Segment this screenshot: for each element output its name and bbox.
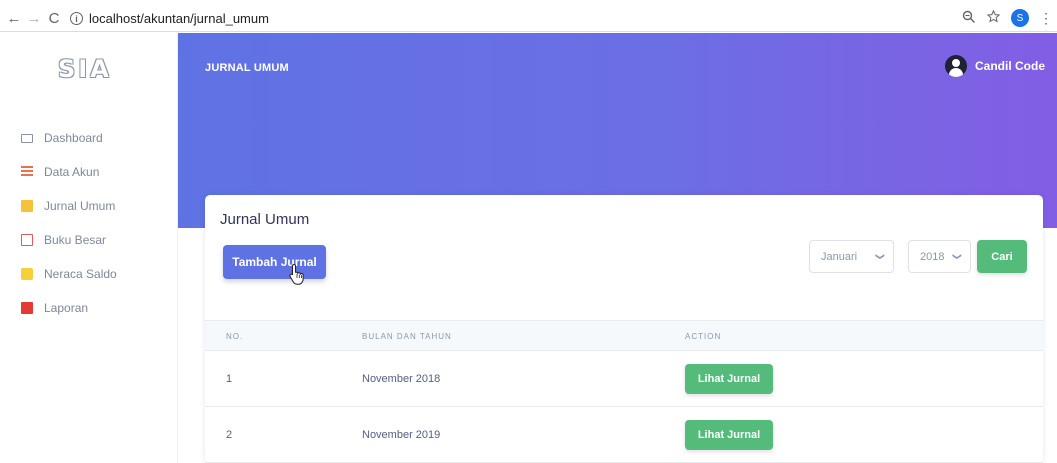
profile-avatar[interactable]: S xyxy=(1011,9,1029,27)
sidebar: SIA Dashboard Data Akun Jurnal Umum Buku… xyxy=(0,33,178,463)
sidebar-item-label: Dashboard xyxy=(44,131,103,145)
sidebar-item-label: Neraca Saldo xyxy=(44,267,117,281)
view-journal-button[interactable]: Lihat Jurnal xyxy=(685,364,773,394)
address-bar[interactable]: i localhost/akuntan/jurnal_umum xyxy=(70,11,269,26)
chevron-down-icon: ❯ xyxy=(875,252,886,261)
column-header-no: NO. xyxy=(226,332,244,341)
month-select-value: Januari xyxy=(821,250,858,263)
row-number: 1 xyxy=(226,373,233,385)
reload-icon[interactable]: C xyxy=(44,9,64,29)
year-select[interactable]: 2018 ❯ xyxy=(908,240,971,273)
sidebar-item-label: Laporan xyxy=(44,301,89,315)
browser-actions: S ⋮ xyxy=(962,9,1053,27)
page-title: JURNAL UMUM xyxy=(205,62,289,74)
row-number: 2 xyxy=(226,429,233,441)
app-logo[interactable]: SIA xyxy=(58,55,112,83)
column-header-action: ACTION xyxy=(685,332,722,341)
monitor-icon xyxy=(21,133,33,143)
forward-arrow-icon[interactable]: → xyxy=(24,9,44,29)
sidebar-item-laporan[interactable]: Laporan xyxy=(0,291,178,325)
row-period: November 2018 xyxy=(362,373,441,385)
month-select[interactable]: Januari ❯ xyxy=(809,240,894,273)
chevron-down-icon: ❯ xyxy=(952,252,963,261)
sidebar-menu: Dashboard Data Akun Jurnal Umum Buku Bes… xyxy=(0,121,178,325)
sidebar-item-label: Data Akun xyxy=(44,165,100,179)
sidebar-item-jurnal-umum[interactable]: Jurnal Umum xyxy=(0,189,178,223)
column-header-period: BULAN DAN TAHUN xyxy=(362,332,452,341)
sidebar-item-dashboard[interactable]: Dashboard xyxy=(0,121,178,155)
browser-menu-icon[interactable]: ⋮ xyxy=(1039,10,1053,27)
sidebar-item-buku-besar[interactable]: Buku Besar xyxy=(0,223,178,257)
table-row: 1 November 2018 Lihat Jurnal xyxy=(205,351,1043,407)
journal-card: Jurnal Umum Tambah Jurnal Januari ❯ 2018… xyxy=(205,195,1043,463)
user-name: Candil Code xyxy=(974,59,1045,73)
user-avatar-icon xyxy=(944,55,967,77)
list-icon xyxy=(21,166,33,178)
user-menu[interactable]: Candil Code xyxy=(944,55,1045,77)
sidebar-item-label: Jurnal Umum xyxy=(44,199,116,213)
view-journal-button[interactable]: Lihat Jurnal xyxy=(685,420,773,450)
star-icon[interactable] xyxy=(986,9,1001,27)
zoom-icon[interactable] xyxy=(962,10,976,27)
card-title: Jurnal Umum xyxy=(220,211,310,228)
browser-toolbar: ← → C i localhost/akuntan/jurnal_umum S … xyxy=(0,6,1057,32)
hand-cursor-icon xyxy=(289,263,304,285)
info-icon[interactable]: i xyxy=(70,12,83,25)
book-icon xyxy=(21,234,33,246)
sidebar-item-label: Buku Besar xyxy=(44,233,107,247)
sidebar-item-neraca-saldo[interactable]: Neraca Saldo xyxy=(0,257,178,291)
table-row: 2 November 2019 Lihat Jurnal xyxy=(205,407,1043,463)
sidebar-item-data-akun[interactable]: Data Akun xyxy=(0,155,178,189)
table-header: NO. BULAN DAN TAHUN ACTION xyxy=(205,320,1043,351)
search-button[interactable]: Cari xyxy=(977,240,1027,273)
row-period: November 2019 xyxy=(362,429,441,441)
year-select-value: 2018 xyxy=(920,250,945,263)
folder-icon xyxy=(21,200,33,212)
back-arrow-icon[interactable]: ← xyxy=(4,9,24,29)
pdf-icon xyxy=(21,302,33,314)
add-journal-button[interactable]: Tambah Jurnal xyxy=(223,245,326,279)
balance-icon xyxy=(21,268,33,280)
url-text: localhost/akuntan/jurnal_umum xyxy=(89,11,269,26)
